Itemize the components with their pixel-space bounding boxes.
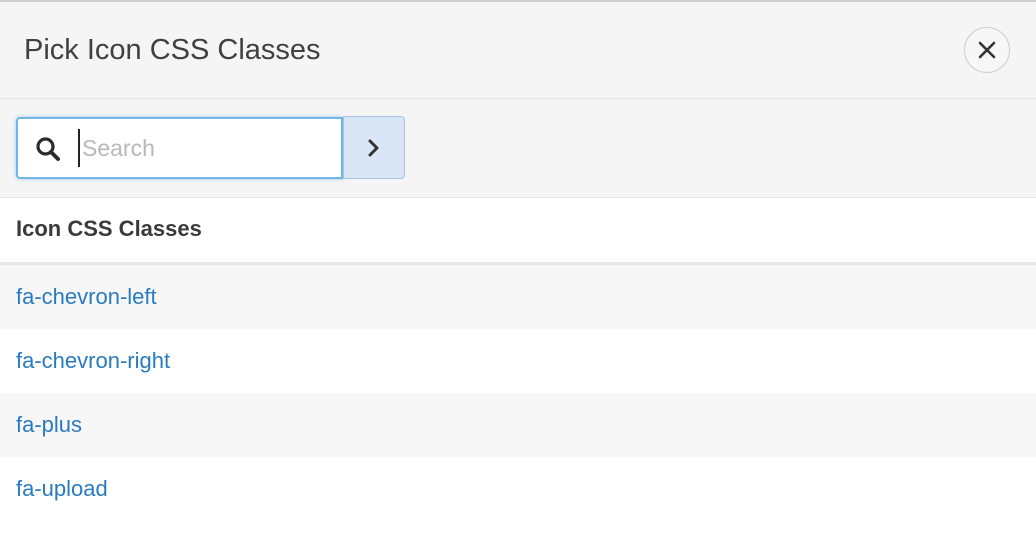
search-icon <box>36 137 60 161</box>
search-field[interactable] <box>16 117 343 179</box>
search-bar <box>0 99 1036 198</box>
close-icon <box>978 41 996 59</box>
icon-class-link[interactable]: fa-chevron-left <box>16 284 157 310</box>
close-button[interactable] <box>964 27 1010 73</box>
list-header: Icon CSS Classes <box>0 198 1036 265</box>
icon-class-link[interactable]: fa-chevron-right <box>16 348 170 374</box>
list-item[interactable]: fa-chevron-right <box>0 329 1036 393</box>
dialog-header: Pick Icon CSS Classes <box>0 2 1036 99</box>
list-item[interactable]: fa-chevron-left <box>0 265 1036 329</box>
search-input[interactable] <box>78 129 337 167</box>
list-item[interactable]: fa-plus <box>0 393 1036 457</box>
list-item[interactable]: fa-upload <box>0 457 1036 521</box>
search-go-button[interactable] <box>343 116 405 179</box>
chevron-right-icon <box>368 139 379 156</box>
dialog-title: Pick Icon CSS Classes <box>24 34 321 66</box>
icon-picker-dialog: Pick Icon CSS Classes Icon CSS Classes f… <box>0 0 1036 550</box>
list-header-label: Icon CSS Classes <box>16 216 202 241</box>
icon-class-link[interactable]: fa-plus <box>16 412 82 438</box>
icon-class-link[interactable]: fa-upload <box>16 476 108 502</box>
